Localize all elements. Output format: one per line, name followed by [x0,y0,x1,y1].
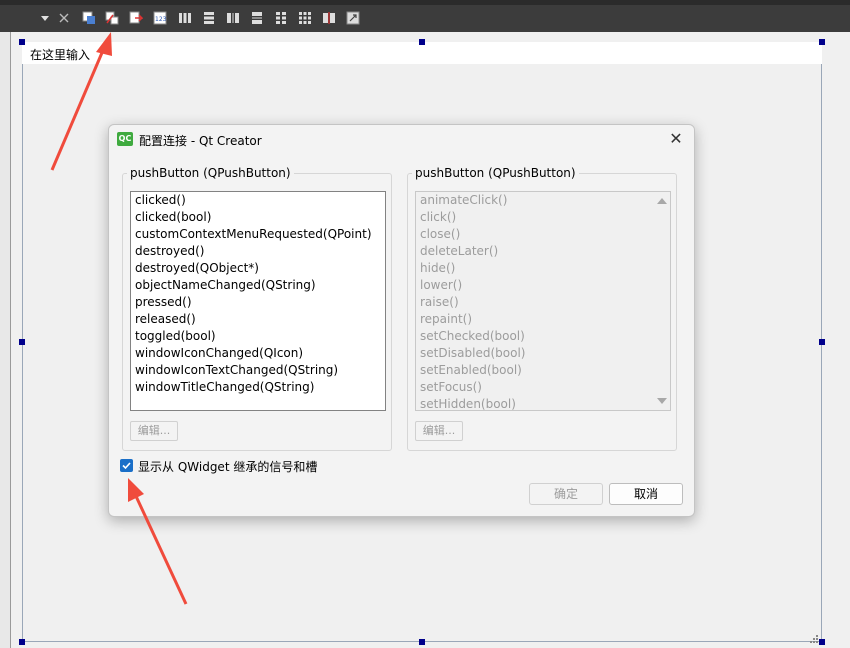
list-item: hide() [420,261,456,275]
list-item: repaint() [420,312,473,326]
layout-form-icon[interactable] [274,11,288,25]
break-layout-icon[interactable] [322,11,336,25]
svg-text:123: 123 [155,16,167,23]
selection-handle-bottom-left[interactable] [19,639,25,645]
edit-signals-button[interactable]: 编辑... [130,421,178,441]
edit-buddies-icon[interactable] [129,11,143,25]
list-item: setHidden(bool) [420,397,516,411]
list-item[interactable]: pressed() [131,294,385,311]
ok-button: 确定 [529,483,603,505]
slots-group-title: pushButton (QPushButton) [412,166,579,180]
signals-group-title: pushButton (QPushButton) [127,166,294,180]
list-item[interactable]: clicked() [131,192,385,209]
cancel-button[interactable]: 取消 [609,483,683,505]
dropdown-arrow-icon[interactable] [38,11,52,25]
selection-handle-middle-right[interactable] [819,339,825,345]
layout-grid-icon[interactable] [298,11,312,25]
list-item: setEnabled(bool) [420,363,522,377]
menu-strip [0,0,850,5]
selection-handle-top-center[interactable] [419,39,425,45]
slots-scrollbar[interactable] [654,192,670,410]
slots-list: animateClick() click() close() deleteLater(… [415,191,671,411]
list-item: setDisabled(bool) [420,346,526,360]
close-icon[interactable]: ✕ [666,129,686,149]
edit-signals-slots-icon[interactable] [105,11,119,25]
list-item[interactable]: destroyed(QObject*) [131,260,385,277]
list-item[interactable]: customContextMenuRequested(QPoint) [131,226,385,243]
form-top-strip [22,42,822,64]
list-item: raise() [420,295,459,309]
close-x-icon[interactable] [57,11,71,25]
designer-toolbar: 123 [0,0,850,32]
signals-list[interactable]: clicked() clicked(bool) customContextMenuR… [130,191,386,411]
scroll-down-arrow-icon[interactable] [657,398,667,404]
list-item[interactable]: windowIconTextChanged(QString) [131,362,385,379]
list-item[interactable]: toggled(bool) [131,328,385,345]
list-item[interactable]: released() [131,311,385,328]
selection-handle-middle-left[interactable] [19,339,25,345]
selection-handle-top-left[interactable] [19,39,25,45]
edit-widgets-icon[interactable] [82,11,96,25]
list-item[interactable]: objectNameChanged(QString) [131,277,385,294]
edit-tab-order-icon[interactable]: 123 [153,11,167,25]
list-item: lower() [420,278,463,292]
list-item[interactable]: destroyed() [131,243,385,260]
adjust-size-icon[interactable] [346,11,360,25]
edit-slots-button: 编辑... [415,421,463,441]
dialog-title: 配置连接 - Qt Creator [139,134,262,148]
list-item[interactable]: windowIconChanged(QIcon) [131,345,385,362]
selection-handle-bottom-right[interactable] [819,639,825,645]
dialog-titlebar[interactable]: QC 配置连接 - Qt Creator ✕ [109,125,694,155]
list-item: setChecked(bool) [420,329,525,343]
resize-grip-icon[interactable] [810,632,818,643]
list-item: close() [420,227,461,241]
list-item[interactable]: windowTitleChanged(QString) [131,379,385,396]
gutter-divider [10,32,11,648]
list-item: animateClick() [420,193,508,207]
scroll-up-arrow-icon[interactable] [657,198,667,204]
selection-handle-top-right[interactable] [819,39,825,45]
list-item: click() [420,210,457,224]
selection-handle-bottom-center[interactable] [419,639,425,645]
list-item: setFocus() [420,380,482,394]
splitter-vertical-icon[interactable] [250,11,264,25]
layout-horizontal-icon[interactable] [178,11,192,25]
list-item[interactable]: clicked(bool) [131,209,385,226]
form-placeholder-label[interactable]: 在这里输入 [30,46,90,63]
configure-connection-dialog: QC 配置连接 - Qt Creator ✕ pushButton (QPush… [108,124,695,517]
layout-vertical-icon[interactable] [202,11,216,25]
show-inherited-label[interactable]: 显示从 QWidget 继承的信号和槽 [138,458,317,475]
splitter-horizontal-icon[interactable] [226,11,240,25]
list-item: deleteLater() [420,244,499,258]
qt-creator-logo-icon: QC [117,132,133,146]
show-inherited-checkbox[interactable] [120,459,133,472]
